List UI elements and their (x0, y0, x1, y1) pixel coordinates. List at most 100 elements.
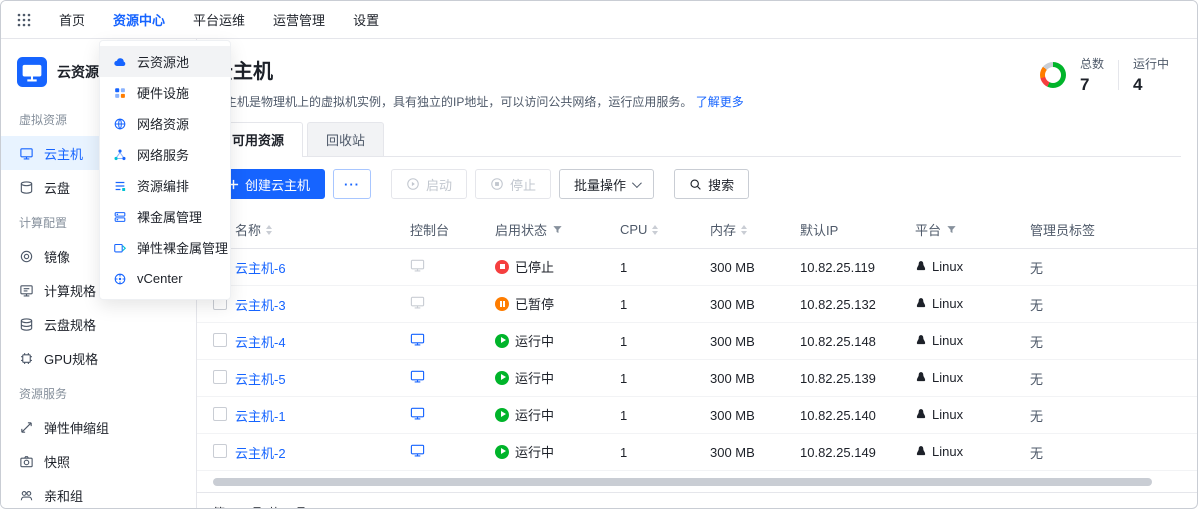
host-name-link[interactable]: 云主机-4 (235, 335, 286, 350)
stat-running-label: 运行中 (1133, 55, 1169, 72)
stopped-status-icon (495, 260, 509, 274)
running-status-icon (495, 371, 509, 385)
sort-icon[interactable] (266, 225, 272, 235)
page-title: 云主机 (213, 55, 1181, 84)
console-icon[interactable] (410, 443, 425, 458)
sidebar-item-snapshot[interactable]: 快照 (1, 444, 196, 478)
console-icon[interactable] (410, 258, 425, 273)
tab-recycle-bin[interactable]: 回收站 (307, 122, 384, 156)
more-actions-button[interactable]: ··· (333, 169, 371, 199)
sidebar-item-affinity-group[interactable]: 亲和组 (1, 478, 196, 508)
memory-value: 300 MB (710, 297, 800, 312)
cloud-pool-logo-icon (17, 57, 47, 87)
cloud-disk-icon (19, 180, 34, 195)
nav-item-home[interactable]: 首页 (59, 10, 85, 29)
nav-item-resource-center[interactable]: 资源中心 (113, 10, 165, 29)
disk-spec-icon (19, 317, 34, 332)
menu-item-bare-metal-management[interactable]: 裸金属管理 (100, 201, 230, 232)
sort-icon[interactable] (652, 225, 658, 235)
platform-value: Linux (915, 444, 963, 459)
compute-spec-icon (19, 283, 34, 298)
sort-icon[interactable] (741, 225, 747, 235)
ip-value: 10.82.25.119 (800, 260, 915, 275)
table-row: 云主机-4 运行中 1 300 MB 10.82.25.148 Linux 无 (197, 323, 1197, 360)
host-name-link[interactable]: 云主机-1 (235, 409, 286, 424)
horizontal-scrollbar[interactable] (213, 478, 1152, 486)
console-icon[interactable] (410, 332, 425, 347)
table-row: 云主机-1 运行中 1 300 MB 10.82.25.140 Linux 无 (197, 397, 1197, 434)
menu-item-network-resources[interactable]: 网络资源 (100, 108, 230, 139)
network-service-icon (113, 148, 127, 162)
cpu-value: 1 (620, 408, 710, 423)
row-checkbox[interactable] (213, 407, 227, 421)
stop-button[interactable]: 停止 (475, 169, 551, 199)
platform-value: Linux (915, 370, 963, 385)
cpu-value: 1 (620, 445, 710, 460)
admin-tag-value: 无 (1030, 369, 1197, 388)
host-name-link[interactable]: 云主机-5 (235, 372, 286, 387)
nav-item-operation-mgmt[interactable]: 运营管理 (273, 10, 325, 29)
menu-item-elastic-bare-metal[interactable]: 弹性裸金属管理 (100, 232, 230, 263)
platform-value: Linux (915, 259, 963, 274)
sidebar-item-label: 云盘 (44, 178, 70, 197)
batch-operations-button[interactable]: 批量操作 (559, 169, 654, 199)
column-console: 控制台 (410, 220, 449, 239)
sidebar-item-label: 快照 (44, 452, 70, 471)
menu-item-cloud-resource-pool[interactable]: 云资源池 (100, 46, 230, 77)
start-button[interactable]: 启动 (391, 169, 467, 199)
console-icon[interactable] (410, 369, 425, 384)
running-status-icon (495, 334, 509, 348)
column-platform: 平台 (915, 220, 941, 239)
stop-circle-icon (490, 177, 504, 191)
apps-grid-icon[interactable] (17, 13, 31, 27)
nav-item-platform-ops[interactable]: 平台运维 (193, 10, 245, 29)
row-checkbox[interactable] (213, 444, 227, 458)
menu-item-network-services[interactable]: 网络服务 (100, 139, 230, 170)
filter-icon[interactable] (552, 224, 563, 235)
search-button[interactable]: 搜索 (674, 169, 749, 199)
console-icon[interactable] (410, 406, 425, 421)
table-row: 云主机-3 已暂停 1 300 MB 10.82.25.132 Linux 无 (197, 286, 1197, 323)
linux-icon (915, 445, 927, 457)
page-description-text: 云主机是物理机上的虚拟机实例，具有独立的IP地址，可以访问公共网络，运行应用服务… (213, 95, 692, 109)
app-window: 首页 资源中心 平台运维 运营管理 设置 云资源池 虚拟资源 云主机 云盘 计 (0, 0, 1198, 509)
sidebar-item-disk-spec[interactable]: 云盘规格 (1, 307, 196, 341)
nav-item-settings[interactable]: 设置 (353, 10, 379, 29)
status-badge: 运行中 (495, 368, 554, 387)
linux-icon (915, 297, 927, 309)
status-badge: 运行中 (495, 405, 554, 424)
network-resource-icon (113, 117, 127, 131)
host-name-link[interactable]: 云主机-6 (235, 261, 286, 276)
memory-value: 300 MB (710, 371, 800, 386)
learn-more-link[interactable]: 了解更多 (696, 95, 744, 109)
table-row: 云主机-2 运行中 1 300 MB 10.82.25.149 Linux 无 (197, 434, 1197, 471)
console-icon[interactable] (410, 295, 425, 310)
ip-value: 10.82.25.148 (800, 334, 915, 349)
table-row: 云主机-6 已停止 1 300 MB 10.82.25.119 Linux 无 (197, 249, 1197, 286)
row-checkbox[interactable] (213, 333, 227, 347)
stat-total-label: 总数 (1080, 55, 1104, 72)
linux-icon (915, 334, 927, 346)
sidebar-item-gpu-spec[interactable]: GPU规格 (1, 341, 196, 375)
play-circle-icon (406, 177, 420, 191)
menu-item-hardware-facilities[interactable]: 硬件设施 (100, 77, 230, 108)
stat-total: 总数 7 (1080, 55, 1104, 95)
column-cpu: CPU (620, 222, 647, 237)
host-name-link[interactable]: 云主机-2 (235, 446, 286, 461)
host-table: 名称 控制台 启用状态 CPU 内存 默认IP 平台 管理员标签 云主机-6 已… (197, 211, 1197, 471)
sidebar-item-autoscaling-group[interactable]: 弹性伸缩组 (1, 410, 196, 444)
menu-item-vcenter[interactable]: vCenter (100, 263, 230, 294)
menu-item-resource-orchestration[interactable]: 资源编排 (100, 170, 230, 201)
filter-icon[interactable] (946, 224, 957, 235)
column-memory: 内存 (710, 220, 736, 239)
running-status-icon (495, 408, 509, 422)
orchestration-icon (113, 179, 127, 193)
vcenter-icon (113, 272, 127, 286)
page-description: 云主机是物理机上的虚拟机实例，具有独立的IP地址，可以访问公共网络，运行应用服务… (213, 93, 1181, 110)
hardware-icon (113, 86, 127, 100)
cloud-host-icon (19, 146, 34, 161)
status-badge: 运行中 (495, 331, 554, 350)
ip-value: 10.82.25.140 (800, 408, 915, 423)
row-checkbox[interactable] (213, 370, 227, 384)
host-name-link[interactable]: 云主机-3 (235, 298, 286, 313)
